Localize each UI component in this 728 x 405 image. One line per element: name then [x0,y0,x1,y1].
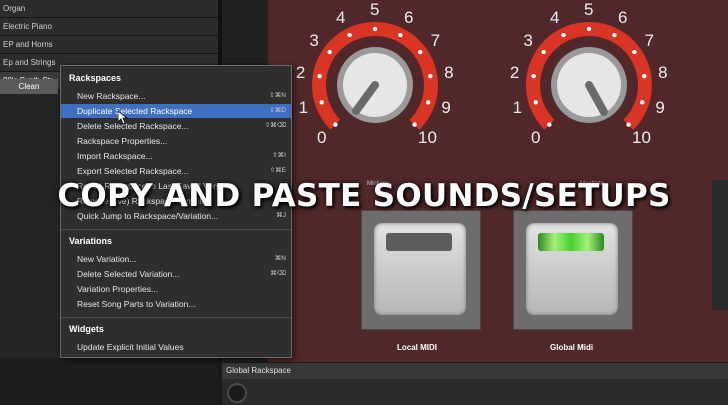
knob-scale-dot [586,26,592,32]
knob-scale-label: 2 [295,63,306,83]
knob-scale-dot [327,49,332,55]
menu-item-delete-rackspace[interactable]: Delete Selected Rackspace... ⇧⌘⌫ [61,119,291,133]
knob-scale-label: 7 [644,30,655,50]
knob-scale-dot [561,32,566,38]
menu-item-new-rackspace[interactable]: New Rackspace... ⇧⌘N [61,89,291,103]
menu-item-reset-song-parts[interactable]: Reset Song Parts to Variation... [61,297,291,311]
knob-scale-dot [426,100,431,105]
menu-item-shortcut: ⇧⌘N [269,92,286,99]
knob-scale-dot [372,26,378,32]
knob-scale-dot [642,74,647,79]
rackspace-item-organ[interactable]: Organ [0,0,218,18]
local-midi-label: Local MIDI [397,343,438,352]
knob-scale-dot [531,74,536,79]
local-midi-pad[interactable] [361,210,481,330]
knob-scale-dot [632,49,637,55]
knob-scale-label: 9 [655,98,665,118]
knob-scale-dot [612,32,617,38]
menu-item-shortcut: ⌘⌫ [270,270,286,277]
knob-scale-label: 5 [584,0,594,19]
global-rackspace-strip [222,379,728,405]
global-rackspace-toggle-icon[interactable] [227,383,247,403]
menu-item-shortcut: ⇧⌘E [269,167,286,174]
video-caption-overlay: COPY AND PASTE SOUNDS/SETUPS [57,178,671,214]
knob-scale-dot [547,122,552,127]
knob-scale-dot [398,32,403,38]
menu-item-shortcut: ⇧⌘⌫ [264,122,286,129]
menu-section-widgets: Widgets [69,324,104,334]
max-note-knob[interactable]: 0 1 2 3 4 5 6 7 8 9 10 [504,0,674,170]
global-rackspace-bar[interactable]: Global Rackspace [222,363,728,379]
knob-scale-label: 9 [441,98,451,118]
menu-item-label: Duplicate Selected Rackspace [77,106,193,116]
menu-item-import-rackspace[interactable]: Import Rackspace... ⇧⌘I [61,149,291,163]
menu-item-label: Variation Properties... [77,284,159,294]
menu-item-label: Delete Selected Rackspace... [77,121,189,131]
menu-separator [61,229,291,230]
knob-scale-label: 5 [370,0,380,19]
knob-scale-dot [317,74,322,79]
menu-item-shortcut: ⇧⌘D [269,107,286,114]
knob-scale-label: 8 [444,63,454,83]
global-midi-label: Global Midi [550,343,594,352]
menu-item-label: Delete Selected Variation... [77,269,180,279]
knob-scale-dot [541,49,546,55]
menu-item-new-variation[interactable]: New Variation... ⌘N [61,252,291,266]
menu-separator [61,317,291,318]
menu-item-update-initial-values[interactable]: Update Explicit Initial Values [61,340,291,354]
menu-item-rackspace-properties[interactable]: Rackspace Properties... [61,134,291,148]
local-midi-led [386,233,452,251]
knob-scale-label: 1 [512,98,523,118]
knob-scale-label: 4 [549,8,560,28]
knob-scale-label: 7 [430,30,441,50]
min-note-knob[interactable]: 0 1 2 3 4 5 6 7 8 9 10 [290,0,460,170]
rackspace-item-electric-piano[interactable]: Electric Piano [0,18,218,36]
local-midi-button[interactable] [374,223,466,315]
knob-scale-label: 3 [523,30,533,50]
knob-scale-dot [319,100,324,105]
knob-scale-dot [418,49,423,55]
knob-scale-label: 1 [298,98,309,118]
knob-scale-label: 0 [530,128,541,148]
knob-scale-label: 3 [309,30,319,50]
menu-item-shortcut: ⌘N [274,255,286,262]
menu-item-label: Reset Song Parts to Variation... [77,299,196,309]
knob-scale-dot [412,122,417,127]
global-midi-led [538,233,604,251]
knob-scale-dot [533,100,538,105]
menu-item-label: Export Selected Rackspace... [77,166,189,176]
knob-scale-label: 6 [618,8,628,28]
menu-item-label: New Variation... [77,254,137,264]
knob-scale-dot [640,100,645,105]
knob-scale-label: 6 [404,8,414,28]
menu-item-label: Update Explicit Initial Values [77,342,184,352]
menu-item-export-rackspace[interactable]: Export Selected Rackspace... ⇧⌘E [61,164,291,178]
knob-scale-dot [428,74,433,79]
menu-item-delete-variation[interactable]: Delete Selected Variation... ⌘⌫ [61,267,291,281]
knob-scale-label: 4 [335,8,346,28]
menu-item-label: Import Rackspace... [77,151,153,161]
knob-scale-dot [626,122,631,127]
global-midi-pad[interactable] [513,210,633,330]
knob-scale-dot [347,32,352,38]
global-midi-button[interactable] [526,223,618,315]
knob-scale-label: 0 [316,128,327,148]
menu-item-label: Rackspace Properties... [77,136,168,146]
knob-scale-label: 2 [509,63,520,83]
menu-item-label: New Rackspace... [77,91,146,101]
global-rackspace-title: Global Rackspace [226,366,291,375]
menu-item-shortcut: ⇧⌘I [272,152,286,159]
menu-section-rackspaces: Rackspaces [69,73,122,83]
menu-item-variation-properties[interactable]: Variation Properties... [61,282,291,296]
menu-item-duplicate-rackspace[interactable]: Duplicate Selected Rackspace ⇧⌘D [61,104,291,118]
knob-scale-label: 10 [632,128,651,148]
variation-item-clean[interactable]: Clean [0,79,58,94]
rackspace-item-ep-and-horns[interactable]: EP and Horns [0,36,218,54]
knob-scale-dot [333,122,338,127]
knob-scale-label: 10 [418,128,437,148]
knob-scale-label: 8 [658,63,668,83]
left-bottom-panel [0,358,218,405]
menu-section-variations: Variations [69,236,113,246]
